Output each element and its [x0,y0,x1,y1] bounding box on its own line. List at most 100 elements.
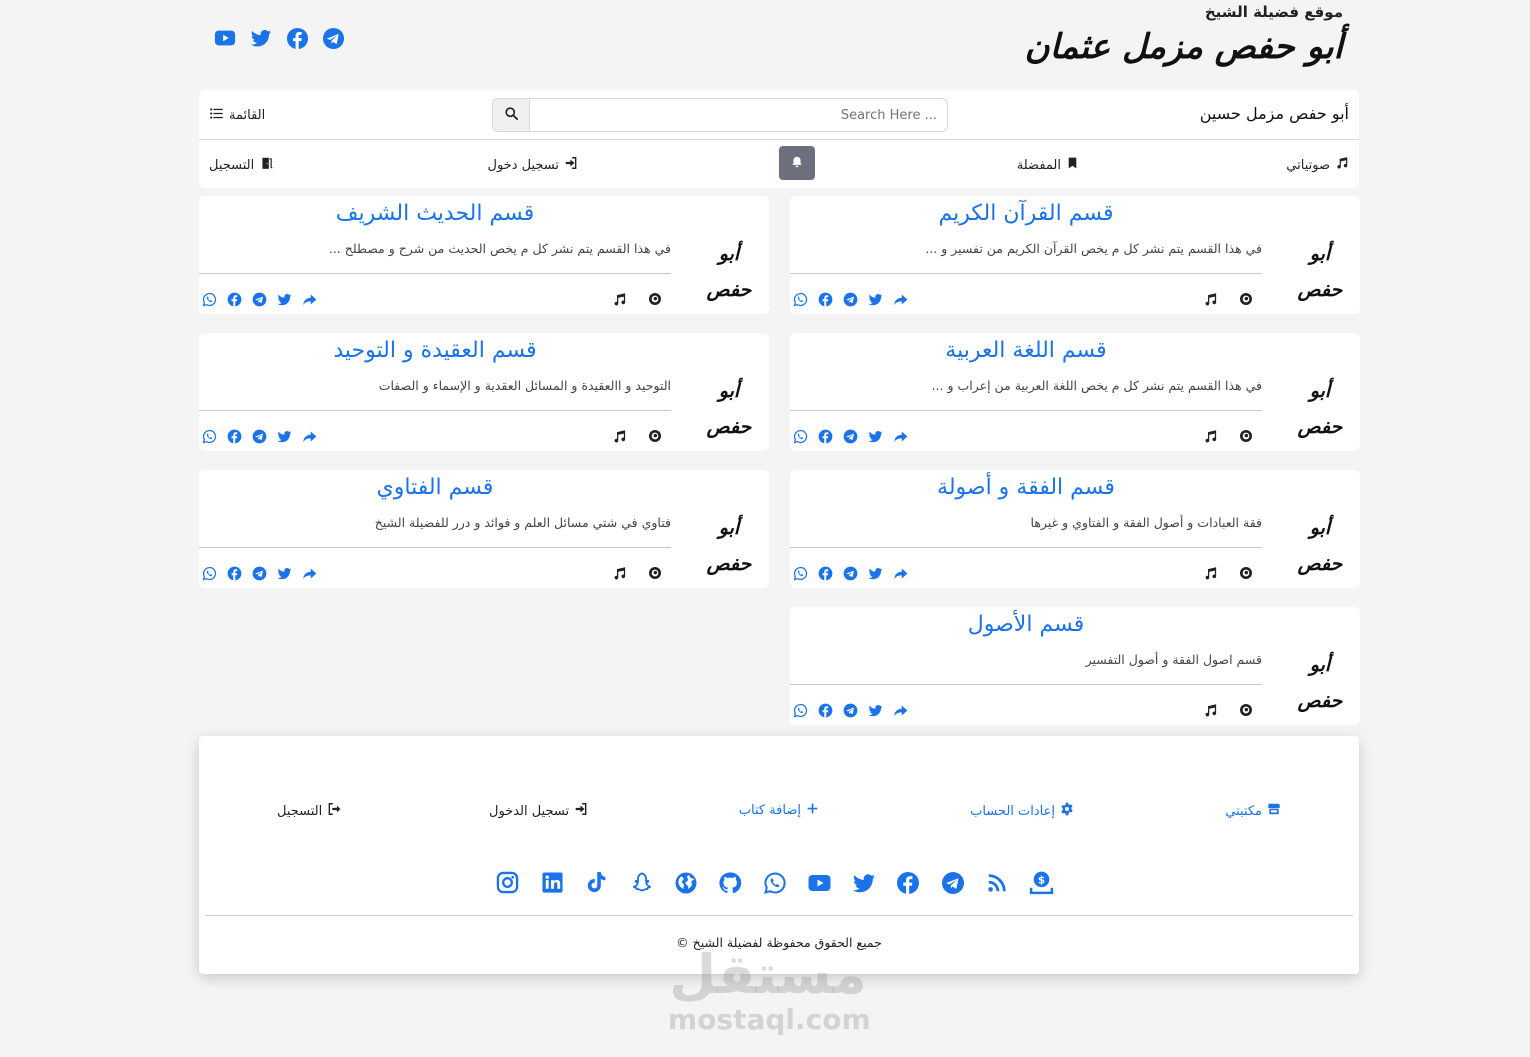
nav-item-favorites[interactable]: المفضلة [1017,156,1079,174]
nav-item-register[interactable]: التسجيل [209,156,274,174]
search-button[interactable] [492,98,530,132]
share-icon[interactable] [301,428,317,444]
share-icon[interactable] [892,291,908,307]
twitter-icon[interactable] [867,702,883,718]
eye-icon[interactable] [1238,702,1254,718]
menu-button[interactable]: القائمة [209,106,265,125]
linkedin-icon[interactable] [540,870,565,895]
facebook-icon[interactable] [226,565,242,581]
tiktok-icon[interactable] [584,870,609,895]
whatsapp-icon[interactable] [201,291,217,307]
telegram-icon[interactable] [321,26,345,50]
telegram-icon[interactable] [842,428,858,444]
donate-icon[interactable] [1029,870,1054,895]
card-title[interactable]: قسم اللغة العربية [790,338,1262,363]
footer-link-account-settings[interactable]: إعادات الحساب [970,802,1074,820]
whatsapp-icon[interactable] [201,428,217,444]
music-icon[interactable] [1202,702,1218,718]
twitter-icon[interactable] [276,565,292,581]
music-icon[interactable] [1202,428,1218,444]
navbar-top-row: أبو حفص مزمل حسين القائمة [199,90,1359,140]
twitter-icon[interactable] [276,428,292,444]
eye-icon[interactable] [1238,428,1254,444]
card-title[interactable]: قسم الفقة و أصولة [790,475,1262,500]
facebook-icon[interactable] [226,428,242,444]
site-subtitle: موقع فضيلة الشيخ [1204,3,1343,21]
facebook-icon[interactable] [817,565,833,581]
facebook-icon[interactable] [285,26,309,50]
card-title[interactable]: قسم الحديث الشريف [199,201,671,226]
whatsapp-icon[interactable] [792,291,808,307]
eye-icon[interactable] [647,428,663,444]
card-title[interactable]: قسم الأصول [790,612,1262,637]
whatsapp-icon[interactable] [762,870,787,895]
nav-item-audios[interactable]: صوتياتي [1286,156,1349,174]
eye-icon[interactable] [647,565,663,581]
twitter-icon[interactable] [867,291,883,307]
twitter-icon[interactable] [867,428,883,444]
card-description: قسم اصول الفقة و أصول التفسير [1085,652,1262,667]
github-icon[interactable] [718,870,743,895]
globe-icon[interactable] [673,870,698,895]
nav-item-login[interactable]: تسجيل دخول [488,156,579,174]
share-icon[interactable] [301,565,317,581]
youtube-icon[interactable] [807,870,832,895]
share-icon[interactable] [892,565,908,581]
music-icon[interactable] [611,428,627,444]
youtube-icon[interactable] [213,26,237,50]
card-share-links [792,565,908,581]
whatsapp-icon[interactable] [201,565,217,581]
telegram-icon[interactable] [940,870,965,895]
store-icon [1267,802,1281,820]
twitter-icon[interactable] [867,565,883,581]
telegram-icon[interactable] [251,565,267,581]
site-logo[interactable]: موقع فضيلة الشيخ أبو حفص مزمل عثمان [1025,2,1344,72]
navbar-title[interactable]: أبو حفص مزمل حسين [1200,104,1349,123]
music-icon[interactable] [1202,291,1218,307]
facebook-icon[interactable] [817,291,833,307]
notifications-button[interactable] [779,146,815,180]
footer-links: مكتبتي إعادات الحساب إضافة كتاب تسجيل ال… [199,802,1359,822]
telegram-icon[interactable] [251,428,267,444]
footer-link-register[interactable]: التسجيل [277,802,341,820]
telegram-icon[interactable] [842,291,858,307]
facebook-icon[interactable] [896,870,921,895]
music-icon[interactable] [611,565,627,581]
telegram-icon[interactable] [842,565,858,581]
facebook-icon[interactable] [817,702,833,718]
facebook-icon[interactable] [226,291,242,307]
telegram-icon[interactable] [251,291,267,307]
share-icon[interactable] [892,428,908,444]
plus-icon [806,802,819,819]
whatsapp-icon[interactable] [792,702,808,718]
eye-icon[interactable] [1238,291,1254,307]
card-title[interactable]: قسم العقيدة و التوحيد [199,338,671,363]
eye-icon[interactable] [647,291,663,307]
card-title[interactable]: قسم الفتاوي [199,475,671,500]
twitter-icon[interactable] [276,291,292,307]
rss-icon[interactable] [985,870,1010,895]
search-input[interactable] [530,98,948,132]
instagram-icon[interactable] [495,870,520,895]
snapchat-icon[interactable] [629,870,654,895]
card-logo: أبو حفص [706,243,752,301]
footer-link-library[interactable]: مكتبتي [1225,802,1281,820]
eye-icon[interactable] [1238,565,1254,581]
card-logo: أبو حفص [1297,243,1343,301]
share-icon[interactable] [892,702,908,718]
music-icon [1335,156,1349,174]
twitter-icon[interactable] [249,26,273,50]
music-icon[interactable] [611,291,627,307]
share-icon[interactable] [301,291,317,307]
sign-in-icon [564,156,578,174]
whatsapp-icon[interactable] [792,565,808,581]
telegram-icon[interactable] [842,702,858,718]
twitter-icon[interactable] [851,870,876,895]
card-logo: أبو حفص [706,517,752,575]
card-title[interactable]: قسم القرآن الكريم [790,201,1262,226]
facebook-icon[interactable] [817,428,833,444]
footer-link-add-book[interactable]: إضافة كتاب [739,802,819,819]
music-icon[interactable] [1202,565,1218,581]
whatsapp-icon[interactable] [792,428,808,444]
footer-link-login[interactable]: تسجيل الدخول [489,802,588,820]
